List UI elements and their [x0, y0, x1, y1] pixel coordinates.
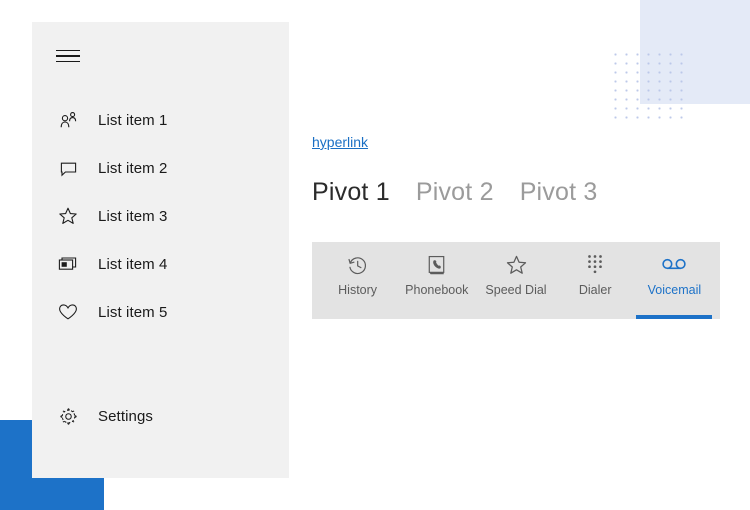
phonebook-icon	[427, 252, 446, 278]
toolbar-item-history[interactable]: History	[318, 242, 397, 319]
navigation-sidebar: List item 1 List item 2 List item 3 List…	[32, 22, 289, 478]
sidebar-item-list-item-3[interactable]: List item 3	[32, 192, 289, 240]
hamburger-line	[56, 60, 80, 63]
toolbar-item-label: Voicemail	[647, 283, 702, 297]
toolbar-item-label: Phonebook	[405, 283, 469, 297]
sidebar-item-label: List item 5	[98, 303, 168, 321]
bottom-command-bar: History Phonebook Speed Dial Dialer Voic…	[312, 242, 720, 319]
toolbar-item-speed-dial[interactable]: Speed Dial	[476, 242, 555, 319]
sidebar-item-label: List item 1	[98, 111, 168, 129]
hamburger-line	[56, 49, 80, 52]
keypad-dots-icon	[587, 252, 603, 278]
sidebar-item-label: Settings	[98, 407, 153, 425]
sample-hyperlink[interactable]: hyperlink	[312, 134, 368, 150]
selection-indicator	[636, 315, 713, 319]
sidebar-item-label: List item 4	[98, 255, 168, 273]
star-outline-icon	[505, 252, 528, 278]
sidebar-item-settings[interactable]: Settings	[32, 392, 289, 440]
toolbar-item-phonebook[interactable]: Phonebook	[397, 242, 476, 319]
toolbar-item-label: History	[338, 283, 378, 297]
sidebar-item-list-item-2[interactable]: List item 2	[32, 144, 289, 192]
toolbar-item-voicemail[interactable]: Voicemail	[635, 242, 714, 319]
sidebar-item-label: List item 3	[98, 207, 168, 225]
voicemail-tape-icon	[661, 252, 687, 278]
toolbar-item-label: Dialer	[578, 283, 612, 297]
hamburger-line	[56, 55, 80, 57]
pivot-item-3[interactable]: Pivot 3	[520, 178, 598, 207]
sidebar-item-list-item-4[interactable]: List item 4	[32, 240, 289, 288]
app-window: List item 1 List item 2 List item 3 List…	[0, 0, 750, 510]
sidebar-item-label: List item 2	[98, 159, 168, 177]
hamburger-menu-button[interactable]	[44, 36, 92, 76]
main-content: hyperlink Pivot 1 Pivot 2 Pivot 3 Histor…	[312, 0, 750, 510]
heart-outline-icon	[48, 303, 88, 321]
chat-bubble-icon	[48, 159, 88, 178]
sidebar-item-list-item-5[interactable]: List item 5	[32, 288, 289, 336]
pivot-item-2[interactable]: Pivot 2	[416, 178, 494, 207]
sidebar-item-list-item-1[interactable]: List item 1	[32, 96, 289, 144]
star-outline-icon	[48, 206, 88, 226]
toolbar-item-label: Speed Dial	[485, 283, 547, 297]
gear-icon	[48, 407, 88, 426]
toolbar-item-dialer[interactable]: Dialer	[556, 242, 635, 319]
contact-person-icon	[48, 111, 88, 130]
window-stack-icon	[48, 256, 88, 273]
sidebar-list: List item 1 List item 2 List item 3 List…	[32, 96, 289, 336]
pivot-header: Pivot 1 Pivot 2 Pivot 3	[312, 178, 598, 207]
history-clock-icon	[347, 252, 368, 278]
pivot-item-1[interactable]: Pivot 1	[312, 178, 390, 207]
